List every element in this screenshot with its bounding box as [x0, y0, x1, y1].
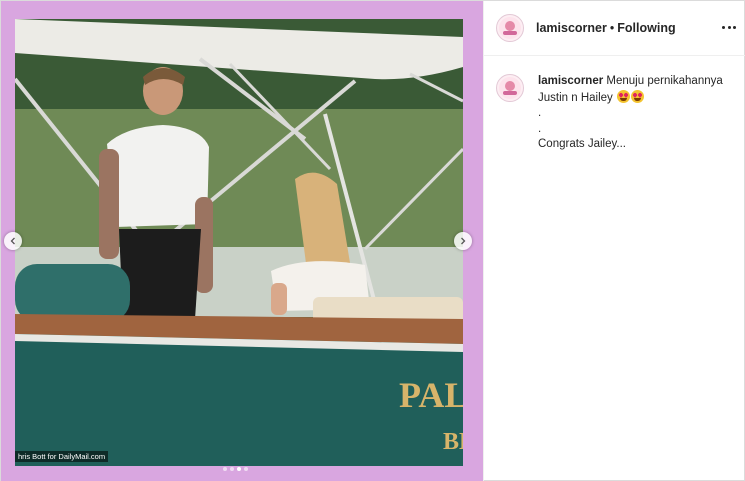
- heart-eyes-emoji-icon: [631, 89, 644, 103]
- chevron-left-icon: [10, 237, 15, 245]
- following-button[interactable]: Following: [617, 21, 675, 35]
- post-media: PALM BL hris Bott for DailyMail.com: [1, 1, 483, 481]
- more-options-icon: [722, 25, 725, 29]
- caption-avatar[interactable]: [496, 74, 524, 102]
- more-options-button[interactable]: [722, 20, 736, 34]
- carousel-indicator: [223, 467, 248, 471]
- previous-photo-button[interactable]: [4, 232, 22, 250]
- caption-line-4: .: [538, 122, 542, 135]
- caption-line-3: .: [538, 107, 542, 119]
- caption-line-1: Menuju pernikahannya: [606, 75, 723, 87]
- caption-line-5: Congrats Jailey...: [538, 138, 626, 150]
- avatar-icon: [499, 17, 521, 39]
- photo-credit: hris Bott for DailyMail.com: [15, 451, 109, 462]
- caption-line-2: Justin n Hailey: [538, 89, 728, 107]
- carousel-dot: [244, 467, 248, 471]
- profile-avatar[interactable]: [496, 14, 524, 42]
- carousel-dot-active: [237, 467, 241, 471]
- avatar-icon: [499, 77, 521, 99]
- header-username[interactable]: lamiscorner: [536, 21, 607, 35]
- carousel-dot: [223, 467, 227, 471]
- instagram-post: PALM BL hris Bott for DailyMail.com: [0, 0, 745, 481]
- header-separator: •: [609, 21, 615, 35]
- heart-eyes-emoji-icon: [617, 89, 630, 103]
- post-side-panel: lamiscorner • Following lamiscorner Menu…: [483, 1, 745, 481]
- carousel-dot: [230, 467, 234, 471]
- post-caption: lamiscorner Menuju pernikahannya Justin …: [484, 56, 745, 153]
- post-header: lamiscorner • Following: [484, 1, 745, 56]
- boat-name-lettering-2: BL: [443, 429, 463, 455]
- boat-name-lettering: PALM: [399, 375, 463, 415]
- next-photo-button[interactable]: [454, 232, 472, 250]
- caption-text: lamiscorner Menuju pernikahannya Justin …: [538, 74, 728, 153]
- boat-photo-illustration: PALM BL: [15, 19, 463, 466]
- post-photo[interactable]: PALM BL hris Bott for DailyMail.com: [15, 19, 463, 466]
- chevron-right-icon: [461, 237, 466, 245]
- caption-username[interactable]: lamiscorner: [538, 75, 603, 87]
